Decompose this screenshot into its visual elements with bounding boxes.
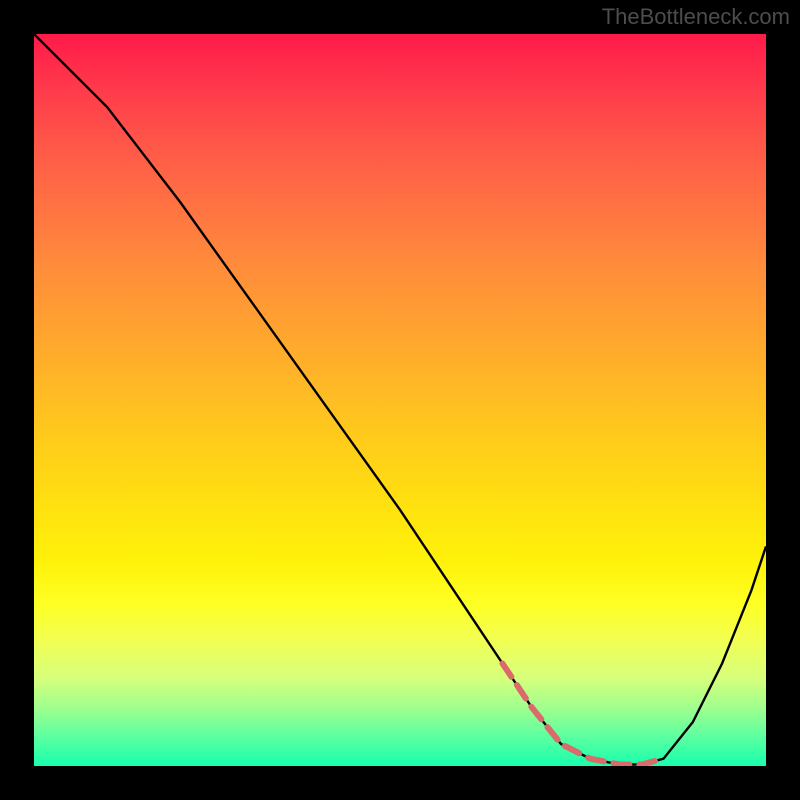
gradient-background <box>34 34 766 766</box>
watermark-text: TheBottleneck.com <box>602 4 790 30</box>
plot-area <box>34 34 766 766</box>
